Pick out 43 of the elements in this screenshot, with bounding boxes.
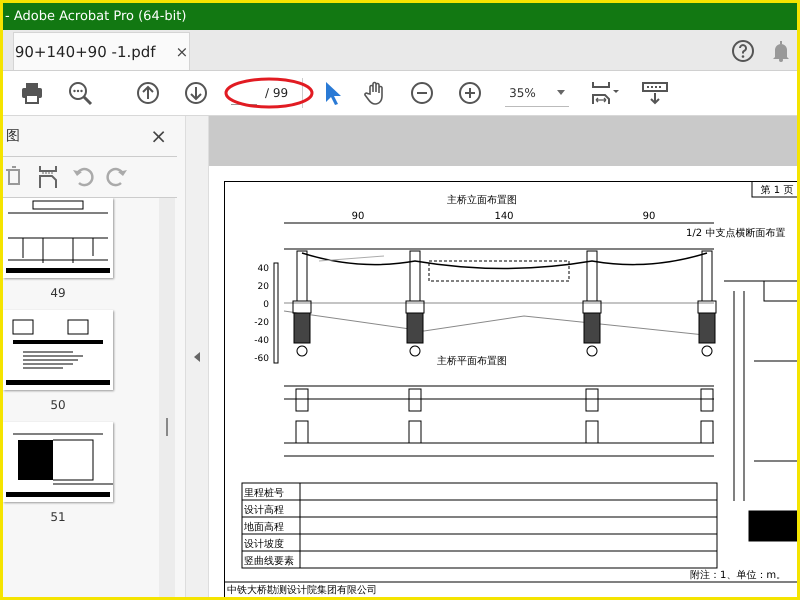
page-fit-icon[interactable] xyxy=(589,80,622,106)
zoom-dropdown[interactable]: 35% xyxy=(505,80,570,106)
page-label-box xyxy=(752,181,797,198)
panel-title: 图 xyxy=(6,127,20,145)
drawing-title: 主桥平面布置图 xyxy=(437,356,507,367)
page-label: 第 1 页 xyxy=(760,185,794,196)
scrollbar[interactable] xyxy=(159,198,175,597)
page-number-label: 49 xyxy=(50,286,66,300)
caret-icon xyxy=(557,90,566,95)
elevation-label: 20 xyxy=(258,282,269,292)
scroll-mode-icon[interactable] xyxy=(641,80,670,106)
window-title: - Adobe Acrobat Pro (64-bit) xyxy=(3,3,797,30)
pointer-icon[interactable] xyxy=(323,80,344,106)
page-number-label: 51 xyxy=(50,510,66,524)
span-length-label: 90 xyxy=(642,211,656,222)
document-tab[interactable]: 90+140+90 -1.pdf × xyxy=(13,32,190,70)
close-icon[interactable]: × xyxy=(176,42,188,60)
left-arrow-icon[interactable] xyxy=(194,352,200,362)
help-icon[interactable] xyxy=(731,39,755,63)
elevation-label: -20 xyxy=(254,318,269,328)
section-title: 1/2 中支点横断面布置 xyxy=(686,228,786,239)
page-number-label: 50 xyxy=(50,398,66,412)
search-icon[interactable] xyxy=(67,80,95,106)
tab-label: 90+140+90 -1.pdf xyxy=(14,42,156,60)
span-length-label: 140 xyxy=(494,211,514,222)
table-row-label: 设计高程 xyxy=(244,505,284,516)
page-thumbnail[interactable] xyxy=(3,198,113,278)
page-thumbnail[interactable] xyxy=(3,422,113,502)
elevation-label: -60 xyxy=(254,354,269,364)
elevation-label: 0 xyxy=(263,300,269,310)
close-icon[interactable]: × xyxy=(150,124,167,148)
span-length-label: 90 xyxy=(352,211,364,222)
drawing-title: 主桥立面布置图 xyxy=(447,195,517,206)
table-row-label: 里程桩号 xyxy=(244,488,284,499)
elevation-label: -40 xyxy=(254,336,269,346)
elevation-label: 40 xyxy=(258,264,269,274)
drawing-note: 附注：1、单位：m。 xyxy=(690,570,786,581)
page-thumbnail[interactable] xyxy=(3,310,113,390)
table-row-label: 竖曲线要素 xyxy=(244,556,294,567)
company-name: 中铁大桥勘测设计院集团有限公司 xyxy=(227,585,377,596)
page-count: / 99 xyxy=(265,86,288,100)
table-row-label: 地面高程 xyxy=(244,522,284,533)
table-row-label: 设计坡度 xyxy=(244,539,284,550)
